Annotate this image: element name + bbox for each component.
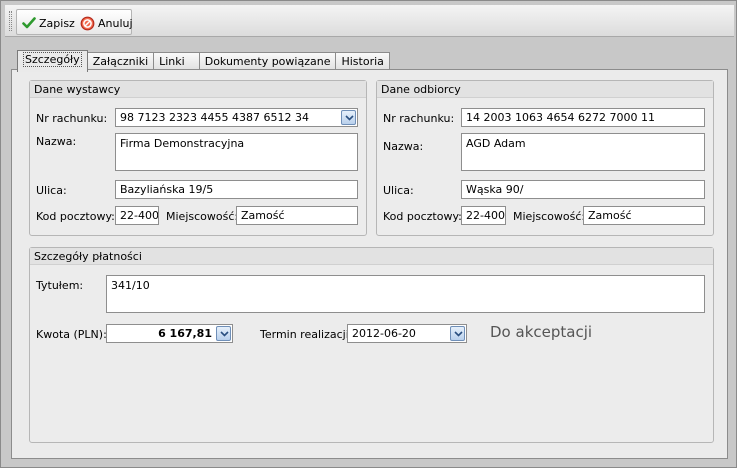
recipient-postal-label: Kod pocztowy: (383, 210, 462, 223)
issuer-city-label: Miejscowość: (166, 210, 239, 223)
checkmark-icon (22, 17, 36, 29)
recipient-group-title: Dane odbiorcy (377, 81, 713, 98)
tab-history-label: Historia (341, 55, 384, 68)
issuer-account-select[interactable]: 98 7123 2323 4455 4387 6512 34 (115, 108, 358, 127)
issuer-postal-value: 22-400 (120, 209, 159, 222)
recipient-name-field[interactable]: AGD Adam (461, 133, 705, 171)
toolbar-button-group: Zapisz Anuluj (16, 9, 133, 35)
issuer-city-field[interactable]: Zamość (236, 206, 358, 225)
recipient-street-field[interactable]: Wąska 90/ (461, 180, 705, 199)
payment-amount-field[interactable]: 6 167,81 (106, 324, 233, 343)
recipient-account-field[interactable]: 14 2003 1063 4654 6272 7000 11 (461, 108, 705, 127)
payment-amount-dropdown-button[interactable] (216, 326, 231, 341)
issuer-account-dropdown-button[interactable] (341, 110, 356, 125)
recipient-city-field[interactable]: Zamość (583, 206, 705, 225)
recipient-street-label: Ulica: (383, 184, 414, 197)
issuer-postal-field[interactable]: 22-400 (115, 206, 159, 225)
chevron-down-icon (345, 115, 354, 121)
issuer-street-value: Bazyliańska 19/5 (120, 183, 214, 196)
recipient-account-label: Nr rachunku: (383, 112, 455, 125)
tab-links-label: Linki (159, 55, 185, 68)
toolbar: Zapisz Anuluj (5, 5, 734, 37)
issuer-name-label: Nazwa: (36, 135, 77, 148)
cancel-icon (80, 16, 95, 30)
toolbar-grip[interactable] (9, 11, 12, 31)
payment-status-text: Do akceptacji (490, 323, 593, 341)
tab-control: Szczegóły Załączniki Linki Dokumenty pow… (11, 45, 728, 459)
payment-subject-field[interactable]: 341/10 (106, 275, 705, 313)
recipient-name-value: AGD Adam (466, 137, 526, 150)
payment-amount-label: Kwota (PLN): (36, 328, 107, 341)
payment-window: Zapisz Anuluj Szczegóły Załączniki Linki… (0, 0, 737, 468)
cancel-button-label: Anuluj (98, 16, 133, 30)
recipient-city-value: Zamość (588, 209, 632, 222)
save-button[interactable]: Zapisz (22, 13, 75, 33)
payment-due-date-picker[interactable]: 2012-06-20 (347, 324, 467, 343)
issuer-street-field[interactable]: Bazyliańska 19/5 (115, 180, 358, 199)
issuer-postal-label: Kod pocztowy: (36, 210, 115, 223)
issuer-group-title: Dane wystawcy (30, 81, 366, 98)
payment-due-dropdown-button[interactable] (450, 326, 465, 341)
payment-amount-value: 6 167,81 (158, 327, 212, 340)
recipient-postal-field[interactable]: 22-400 (461, 206, 506, 225)
payment-due-label: Termin realizacji: (260, 328, 353, 341)
chevron-down-icon (220, 331, 229, 337)
issuer-street-label: Ulica: (36, 184, 67, 197)
payment-subject-value: 341/10 (111, 279, 150, 292)
recipient-postal-value: 22-400 (466, 209, 505, 222)
chevron-down-icon (454, 331, 463, 337)
recipient-name-label: Nazwa: (383, 140, 424, 153)
tab-attachments-label: Załączniki (92, 55, 149, 68)
issuer-name-value: Firma Demonstracyjna (120, 137, 245, 150)
recipient-group: Dane odbiorcy Nr rachunku: 14 2003 1063 … (376, 80, 714, 236)
issuer-account-value: 98 7123 2323 4455 4387 6512 34 (120, 111, 309, 124)
issuer-city-value: Zamość (241, 209, 285, 222)
payment-due-value: 2012-06-20 (352, 327, 416, 340)
payment-group-title: Szczegóły płatności (30, 248, 713, 265)
tab-page-details: Dane wystawcy Nr rachunku: 98 7123 2323 … (11, 69, 728, 459)
tab-strip: Szczegóły Załączniki Linki Dokumenty pow… (17, 48, 390, 72)
recipient-city-label: Miejscowość: (513, 210, 586, 223)
save-button-label: Zapisz (39, 16, 75, 30)
cancel-button[interactable]: Anuluj (80, 13, 133, 33)
tab-details[interactable]: Szczegóły (17, 50, 88, 72)
issuer-name-field[interactable]: Firma Demonstracyjna (115, 133, 358, 171)
payment-group: Szczegóły płatności Tytułem: 341/10 Kwot… (29, 247, 714, 443)
recipient-account-value: 14 2003 1063 4654 6272 7000 11 (466, 111, 655, 124)
issuer-group: Dane wystawcy Nr rachunku: 98 7123 2323 … (29, 80, 367, 236)
tab-details-label: Szczegóły (23, 52, 82, 67)
payment-subject-label: Tytułem: (36, 279, 84, 292)
issuer-account-label: Nr rachunku: (36, 112, 108, 125)
recipient-street-value: Wąska 90/ (466, 183, 524, 196)
tab-related-documents-label: Dokumenty powiązane (204, 55, 331, 68)
